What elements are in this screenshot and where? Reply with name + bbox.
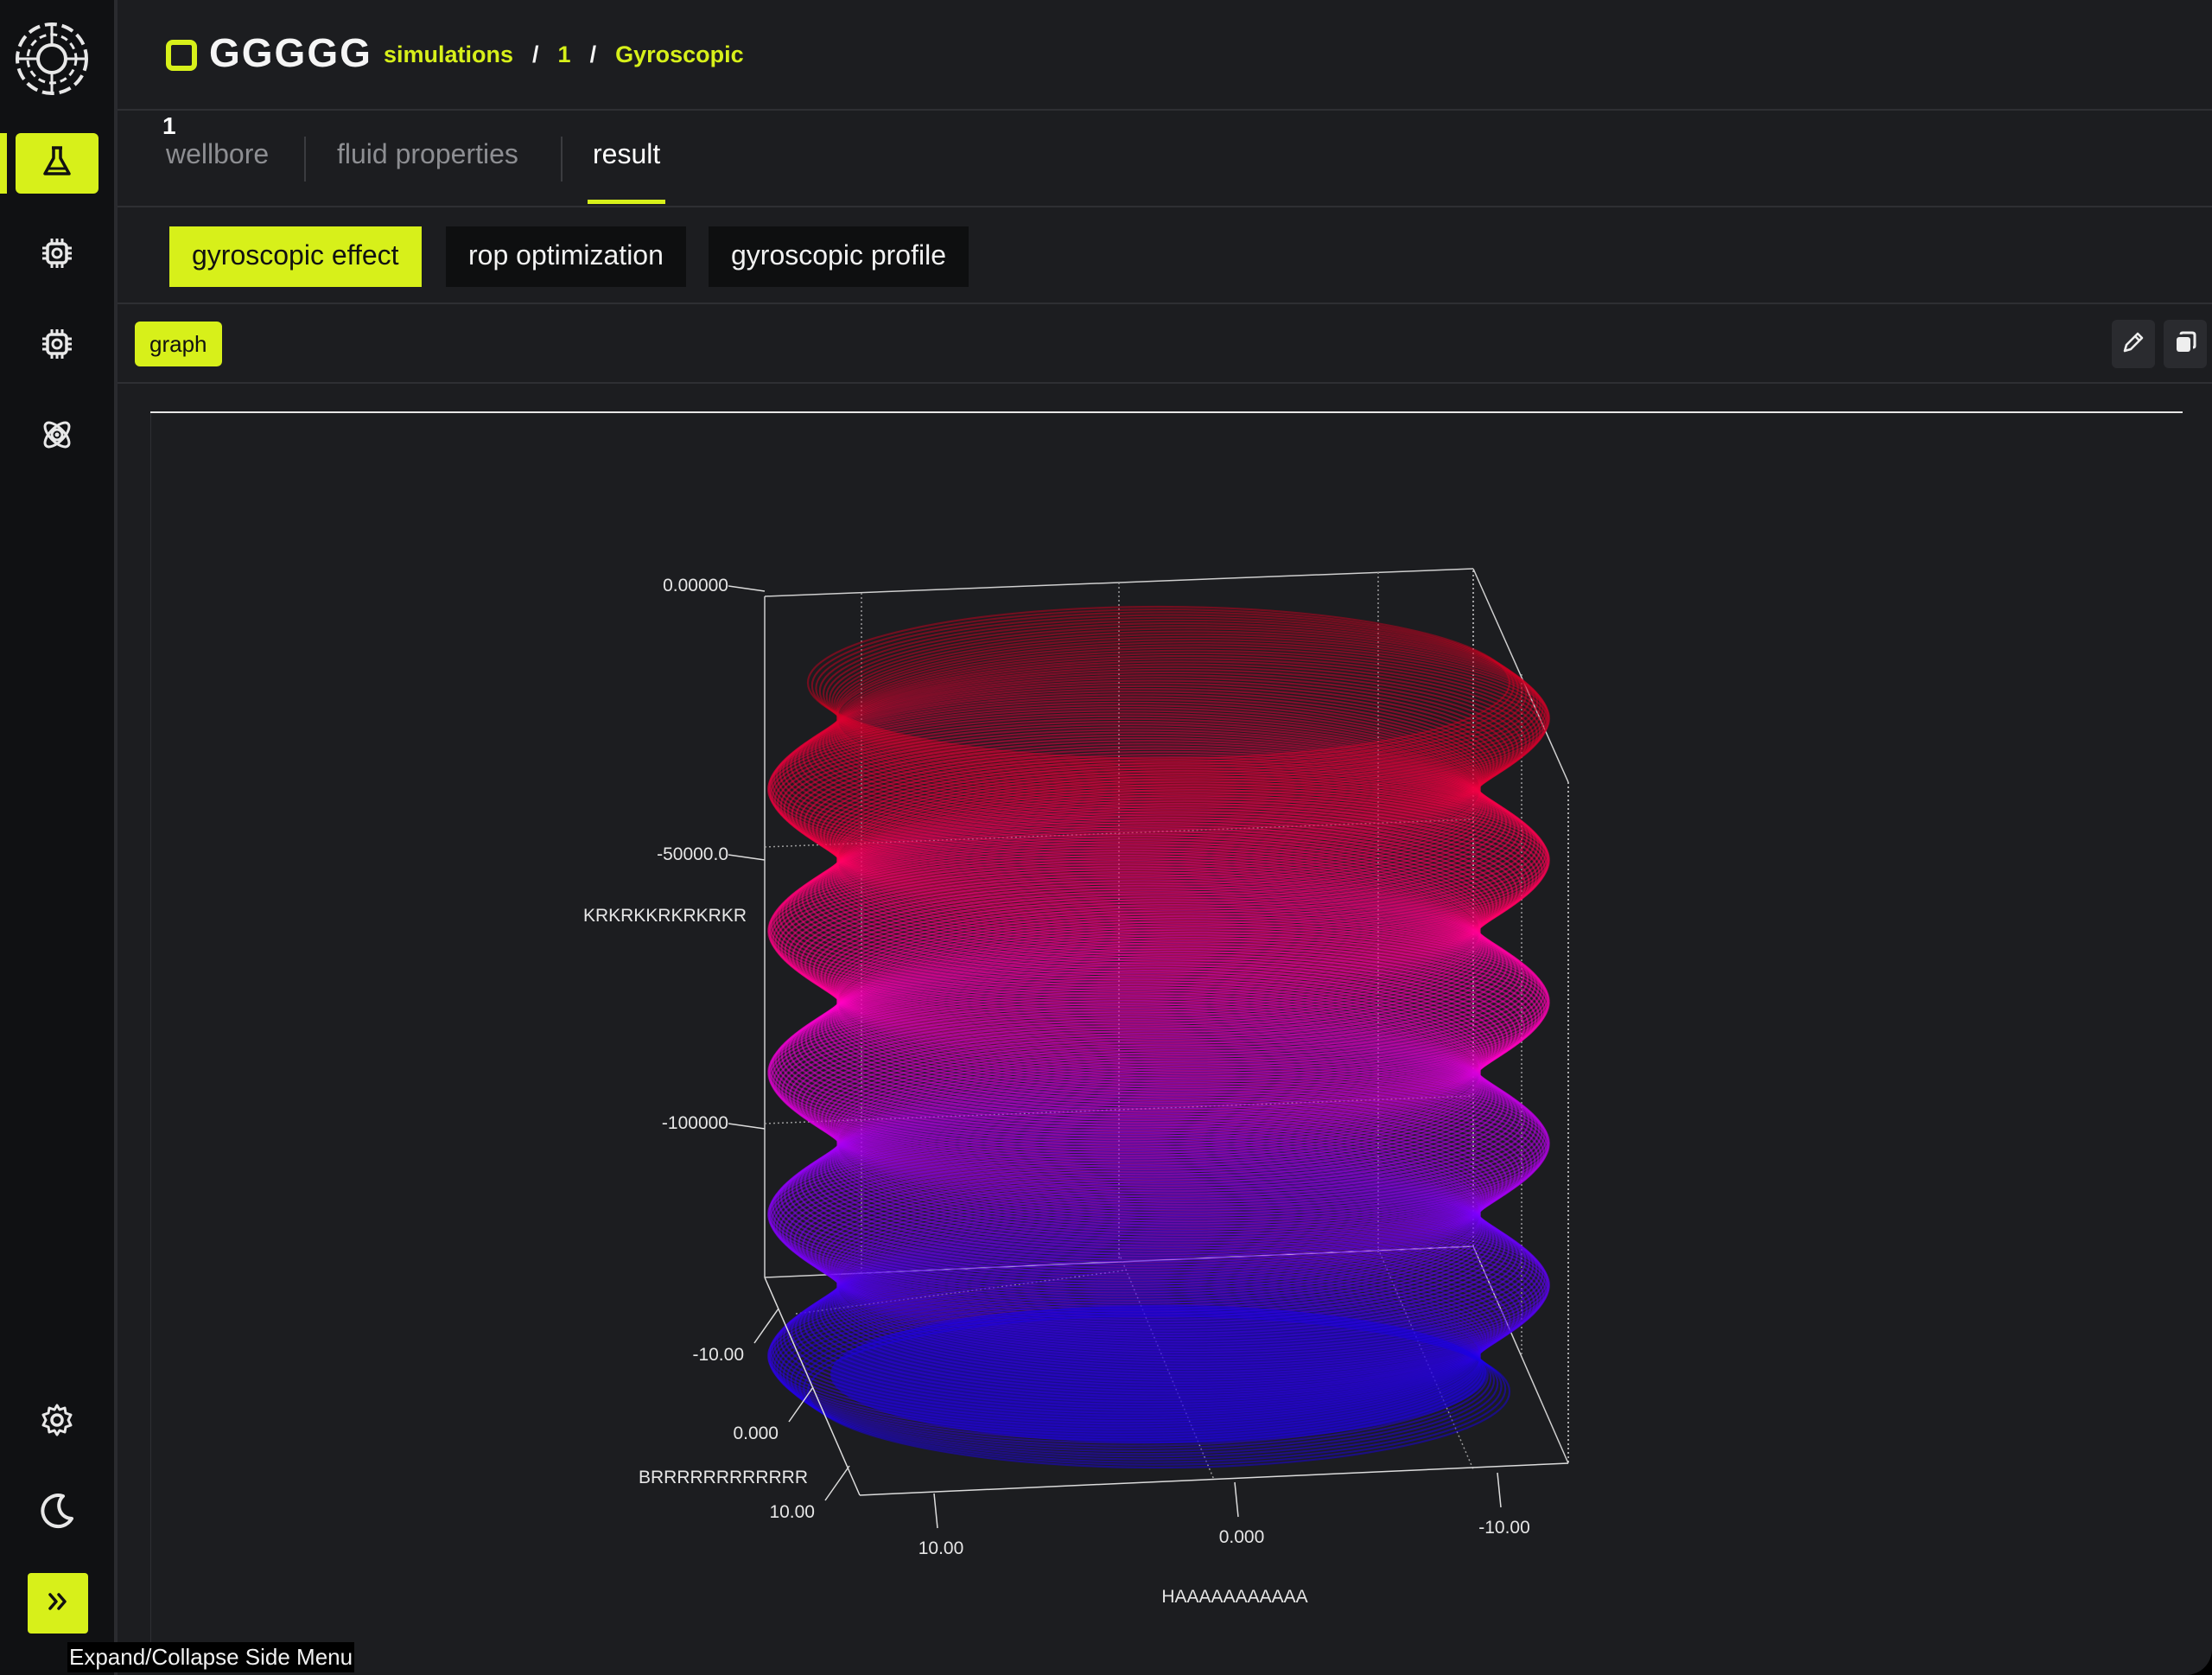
z-tick [728, 1123, 766, 1130]
settings-button[interactable] [16, 1392, 99, 1452]
sidebar-item-chip-2[interactable] [16, 315, 99, 376]
moon-icon [37, 1491, 77, 1535]
breadcrumb-current: Gyroscopic [615, 41, 744, 67]
x-tick [1234, 1481, 1239, 1518]
result-subtabs: gyroscopic effect rop optimization gyros… [118, 207, 2212, 304]
y-tick [824, 1465, 850, 1501]
view-graph-chip[interactable]: graph [135, 322, 222, 366]
breadcrumb-simulation-id[interactable]: 1 [558, 41, 571, 68]
copy-button[interactable] [2164, 320, 2207, 368]
double-chevron-right-icon [47, 1590, 69, 1617]
subtab-gyroscopic-profile[interactable]: gyroscopic profile [709, 226, 969, 287]
helix-surface [766, 605, 1551, 1469]
chip-icon [40, 236, 74, 275]
atom-icon [39, 417, 75, 457]
sidebar-item-simulations[interactable] [0, 133, 99, 194]
edit-button[interactable] [2112, 320, 2155, 368]
axis-line [859, 1462, 1569, 1496]
panel-toolbar: graph [118, 304, 2212, 384]
subtab-rop-optimization[interactable]: rop optimization [446, 226, 686, 287]
y-tick-label: 0.000 [733, 1423, 779, 1443]
tab-divider [561, 137, 563, 182]
expand-collapse-button[interactable] [28, 1573, 88, 1634]
breadcrumb-separator: / [589, 41, 597, 67]
y-axis-title: BRRRRRRRRRRRR [639, 1468, 808, 1487]
x-tick-label: -10.00 [1478, 1518, 1530, 1538]
x-tick-label: 0.000 [1219, 1527, 1265, 1547]
z-axis-title: KRKRKKRKRKRKR [583, 906, 747, 926]
z-tick [728, 585, 766, 592]
z-tick-label: -100000 [662, 1113, 728, 1133]
y-tick-label: 10.00 [769, 1502, 815, 1522]
chip-icon [40, 327, 74, 366]
tab-bar: 1 wellbore fluid properties result [118, 109, 2212, 207]
brand-title: GGGGG [209, 30, 372, 75]
tab-number: 1 [162, 112, 176, 139]
sidebar [0, 0, 118, 1675]
tab-result[interactable]: result [587, 138, 666, 204]
z-tick [728, 854, 766, 861]
copy-icon [2172, 329, 2198, 360]
sidebar-item-chip-1[interactable] [16, 225, 99, 285]
breadcrumb-simulations[interactable]: simulations [384, 41, 513, 68]
breadcrumb: simulations / 1 / Gyroscopic [384, 41, 744, 68]
pencil-icon [2120, 329, 2146, 360]
app-window: Expand/Collapse Side Menu GGGGG simulati… [0, 0, 2212, 1675]
helix-base [830, 1305, 1487, 1443]
x-tick [1497, 1472, 1502, 1508]
x-tick [933, 1493, 938, 1529]
tab-fluid-properties[interactable]: fluid properties [337, 138, 518, 202]
brand-mark-icon [166, 40, 197, 71]
logo-icon [12, 19, 92, 99]
tab-wellbore[interactable]: wellbore [166, 138, 269, 202]
subtab-gyroscopic-effect[interactable]: gyroscopic effect [169, 226, 422, 287]
x-axis-title: HAAAAAAAAAAA [1161, 1587, 1307, 1607]
y-tick-label: -10.00 [692, 1345, 744, 1365]
tab-divider [304, 137, 306, 182]
breadcrumb-separator: / [532, 41, 539, 67]
plot-area[interactable]: 0.00000 -50000.0 -100000 KRKRKKRKRKRKR -10.0… [150, 413, 2183, 1642]
header: GGGGG simulations / 1 / Gyroscopic [118, 0, 2212, 111]
gyroscopic-3d-plot[interactable]: 0.00000 -50000.0 -100000 KRKRKKRKRKRKR -10.0… [151, 413, 2183, 1642]
theme-toggle[interactable] [16, 1482, 99, 1543]
z-tick-label: -50000.0 [657, 844, 728, 864]
flask-icon [40, 144, 74, 183]
sidebar-item-atom[interactable] [16, 406, 99, 467]
x-tick-label: 10.00 [918, 1538, 964, 1558]
z-tick-label: 0.00000 [663, 576, 728, 595]
expand-tooltip: Expand/Collapse Side Menu [67, 1642, 355, 1672]
gear-icon [40, 1403, 74, 1442]
